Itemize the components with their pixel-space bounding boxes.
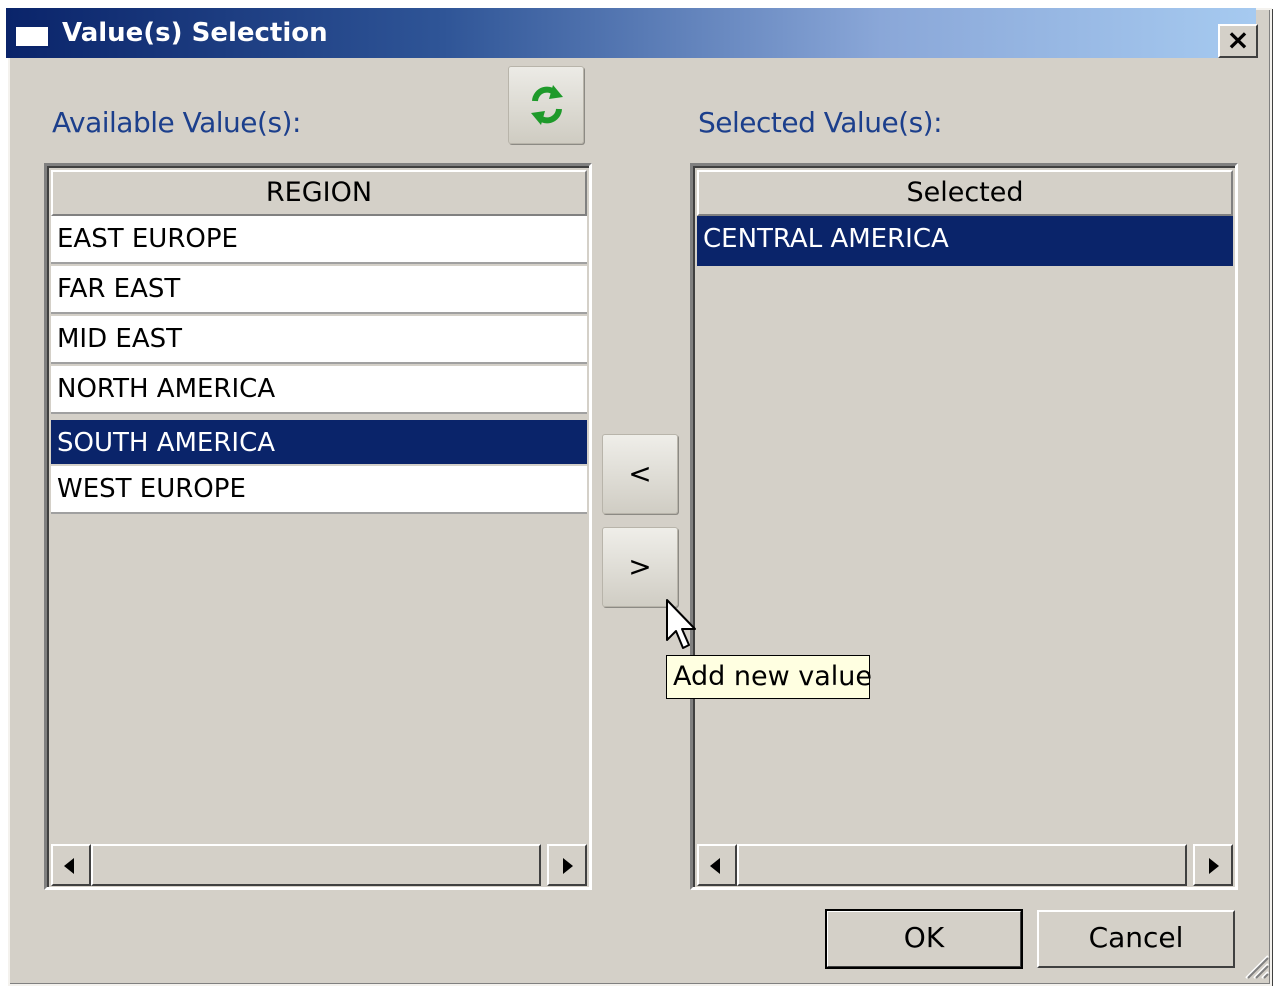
close-button[interactable]: × [1218,24,1258,58]
arrow-right-icon [563,858,573,874]
remove-value-button[interactable]: < [602,434,678,514]
refresh-button[interactable] [508,66,584,144]
list-item-label: CENTRAL AMERICA [703,224,949,254]
ok-button[interactable]: OK [825,909,1023,969]
scroll-thumb[interactable] [737,844,1187,886]
selected-values-label: Selected Value(s): [698,106,943,139]
list-item[interactable]: WEST EUROPE [51,466,587,514]
list-item[interactable]: SOUTH AMERICA [51,420,587,464]
region-column-header[interactable]: REGION [51,170,587,216]
horizontal-scrollbar[interactable] [51,844,587,886]
list-item-label: MID EAST [57,324,182,354]
horizontal-scrollbar[interactable] [697,844,1233,886]
list-item[interactable]: NORTH AMERICA [51,366,587,414]
cancel-button[interactable]: Cancel [1037,910,1235,968]
arrow-left-icon [64,858,74,874]
add-value-button[interactable]: > [602,527,678,607]
scroll-right-button[interactable] [1193,844,1233,886]
refresh-icon [531,85,563,125]
resize-grip-icon[interactable] [1240,950,1270,980]
title-bar[interactable]: Value(s) Selection × [6,8,1258,58]
selected-column-header[interactable]: Selected [697,170,1233,216]
scroll-right-button[interactable] [547,844,587,886]
selected-values-list: Selected CENTRAL AMERICA [690,163,1238,890]
list-item[interactable]: FAR EAST [51,266,587,314]
list-item-label: SOUTH AMERICA [57,428,276,458]
available-values-list: REGION EAST EUROPE FAR EAST MID EAST NOR… [44,163,592,890]
available-values-label: Available Value(s): [52,106,301,139]
window-title: Value(s) Selection [62,18,328,48]
tooltip: Add new value [666,655,872,699]
list-item-label: EAST EUROPE [57,224,238,254]
list-item-label: NORTH AMERICA [57,374,276,404]
scroll-left-button[interactable] [51,844,91,886]
arrow-right-icon [1209,858,1219,874]
scroll-left-button[interactable] [697,844,737,886]
scroll-thumb[interactable] [91,844,541,886]
window-icon [14,20,50,48]
list-item[interactable]: EAST EUROPE [51,216,587,264]
arrow-cursor-icon [666,599,696,649]
list-item-label: FAR EAST [57,274,181,304]
arrow-left-icon [710,858,720,874]
list-item[interactable]: CENTRAL AMERICA [697,216,1233,266]
list-item[interactable]: MID EAST [51,316,587,364]
list-item-label: WEST EUROPE [57,474,246,504]
